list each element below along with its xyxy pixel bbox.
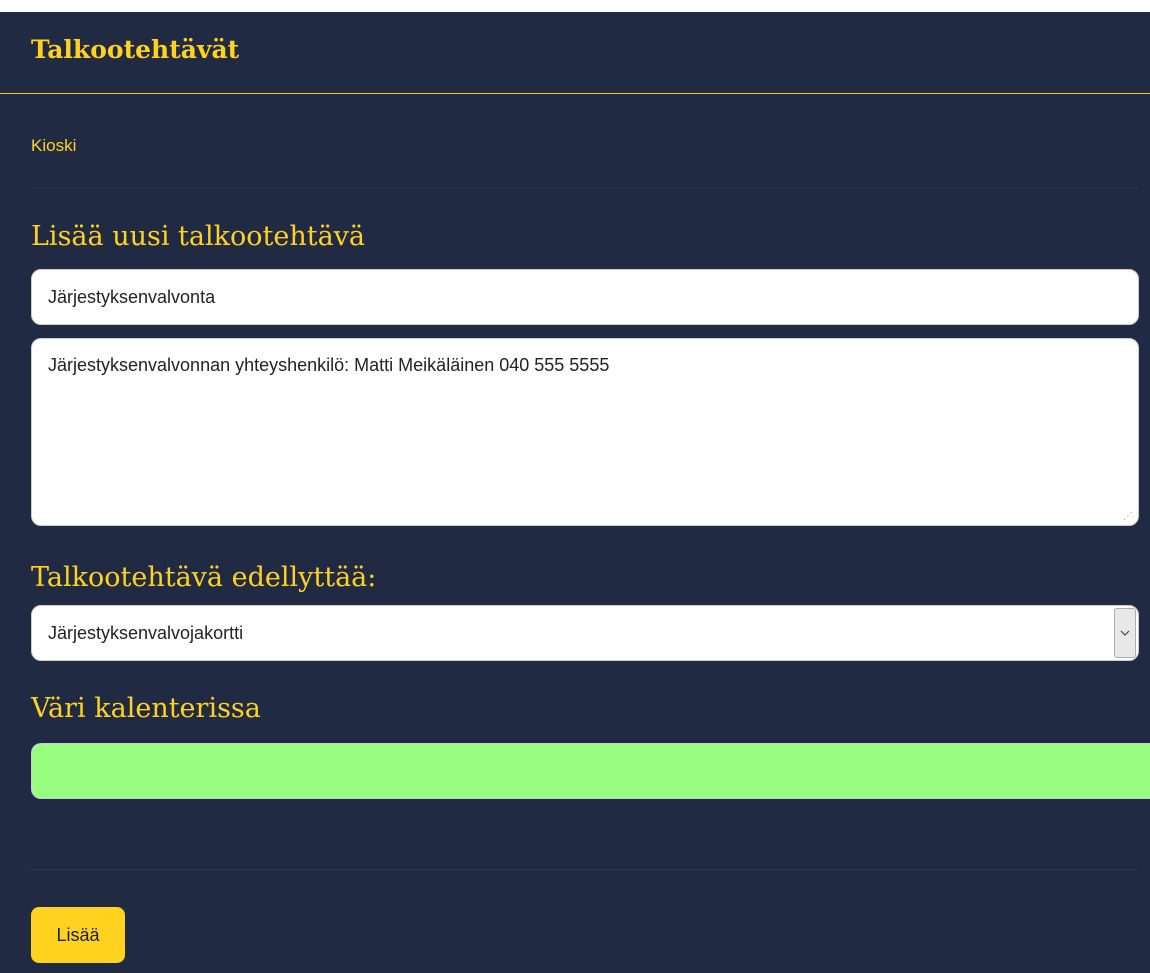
divider [31, 869, 1138, 870]
add-button[interactable]: Lisää [31, 907, 125, 963]
form-section-title: Lisää uusi talkootehtävä [31, 221, 366, 252]
task-name-input[interactable] [31, 269, 1139, 325]
resize-grip-icon[interactable]: ⋰ [1121, 511, 1133, 523]
app-panel: Talkootehtävät Kioski Lisää uusi talkoot… [0, 12, 1150, 973]
app-title: Talkootehtävät [31, 35, 240, 64]
task-description-textarea[interactable]: Järjestyksenvalvonnan yhteyshenkilö: Mat… [31, 338, 1139, 526]
nav-link-kioski[interactable]: Kioski [31, 134, 76, 158]
calendar-color-picker[interactable] [31, 743, 1150, 799]
requirement-title: Talkootehtävä edellyttää: [31, 562, 377, 593]
app-header: Talkootehtävät [0, 12, 1150, 94]
divider [31, 188, 1138, 189]
page: Talkootehtävät Kioski Lisää uusi talkoot… [0, 0, 1150, 973]
color-title: Väri kalenterissa [31, 693, 261, 724]
requirement-select[interactable]: Järjestyksenvalvojakortti [31, 605, 1139, 661]
requirement-selected-value: Järjestyksenvalvojakortti [48, 622, 244, 643]
chevron-down-icon[interactable] [1114, 608, 1136, 658]
